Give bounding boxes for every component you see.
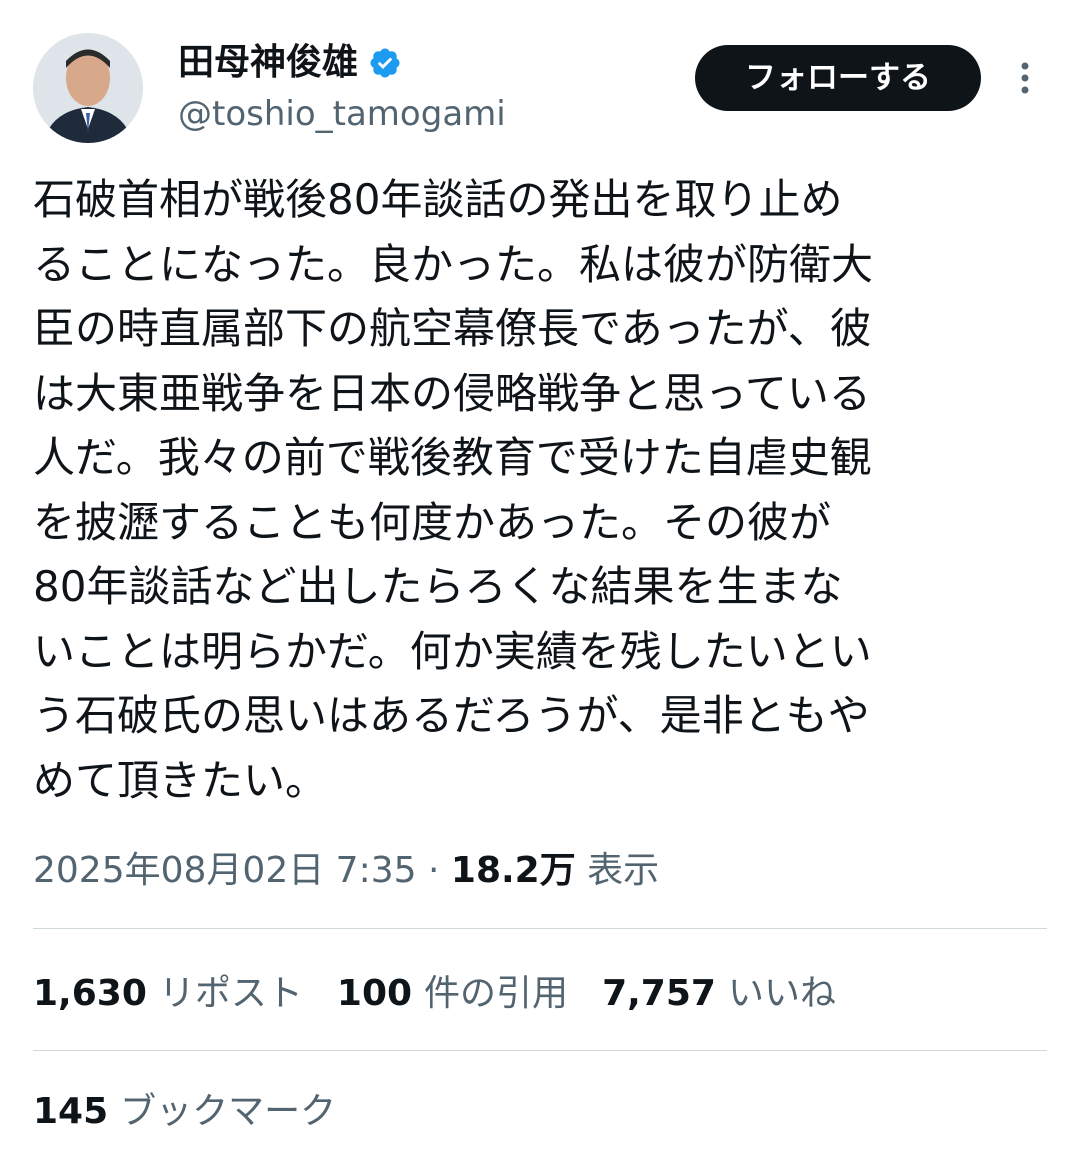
likes-count: 7,757 [602, 973, 716, 1014]
quotes-label: 件の引用 [424, 973, 569, 1014]
display-name-row[interactable]: 田母神俊雄 [178, 40, 506, 86]
reposts-count: 1,630 [33, 973, 147, 1014]
reposts-label: リポスト [158, 973, 303, 1014]
tweet-text-line: めて頂きたい。 [33, 755, 328, 805]
avatar-image [33, 33, 143, 143]
bookmarks-label: ブックマーク [120, 1091, 337, 1132]
tweet-meta: 2025年08月02日 7:35 · 18.2万 表示 [33, 843, 659, 899]
views-count[interactable]: 18.2万 [451, 850, 576, 891]
more-vertical-icon[interactable] [1010, 58, 1040, 98]
handle[interactable]: @toshio_tamogami [178, 94, 506, 134]
likes-label: いいね [727, 973, 836, 1014]
bookmarks-count: 145 [33, 1091, 109, 1132]
tweet-text-line: う石破氏の思いはあるだろうが、是非ともや [33, 691, 870, 740]
reposts-stat[interactable]: 1,630 リポスト [33, 964, 303, 1016]
tweet-text-line: 人だ。我々の前で戦後教育で受けた自虐史観 [33, 433, 872, 482]
avatar[interactable] [33, 33, 143, 143]
engagement-stats: 1,630 リポスト 100 件の引用 7,757 いいね [33, 962, 870, 1018]
quotes-stat[interactable]: 100 件の引用 [337, 964, 568, 1016]
tweet-header: 田母神俊雄 @toshio_tamogami フォローする [0, 0, 1080, 150]
views-label: 表示 [587, 850, 660, 891]
bookmarks-stat[interactable]: 145 ブックマーク [33, 1084, 336, 1140]
divider [33, 1050, 1047, 1051]
follow-button[interactable]: フォローする [695, 45, 981, 111]
meta-separator: · [427, 850, 440, 891]
author-names: 田母神俊雄 @toshio_tamogami [178, 40, 506, 134]
tweet-text-line: 80年談話など出したらろくな結果を生まな [33, 562, 843, 611]
divider [33, 928, 1047, 929]
display-name[interactable]: 田母神俊雄 [178, 40, 358, 86]
tweet-text-line: 臣の時直属部下の航空幕僚長であったが、彼 [33, 304, 872, 353]
tweet-text-line: を披瀝することも何度かあった。その彼が [33, 497, 832, 547]
likes-stat[interactable]: 7,757 いいね [602, 964, 836, 1016]
tweet-text-line: は大東亜戦争を日本の侵略戦争と思っている [33, 368, 871, 418]
verified-badge-icon [368, 46, 402, 80]
tweet-text-line: ることになった。良かった。私は彼が防衛大 [33, 239, 874, 289]
tweet-text-line: いことは明らかだ。何か実績を残したいとい [33, 626, 872, 676]
timestamp[interactable]: 2025年08月02日 7:35 [33, 850, 417, 891]
tweet-text-line: 石破首相が戦後80年談話の発出を取り止め [33, 175, 843, 224]
tweet-text: 石破首相が戦後80年談話の発出を取り止め ることになった。良かった。私は彼が防衛… [33, 168, 1043, 813]
quotes-count: 100 [336, 973, 413, 1014]
